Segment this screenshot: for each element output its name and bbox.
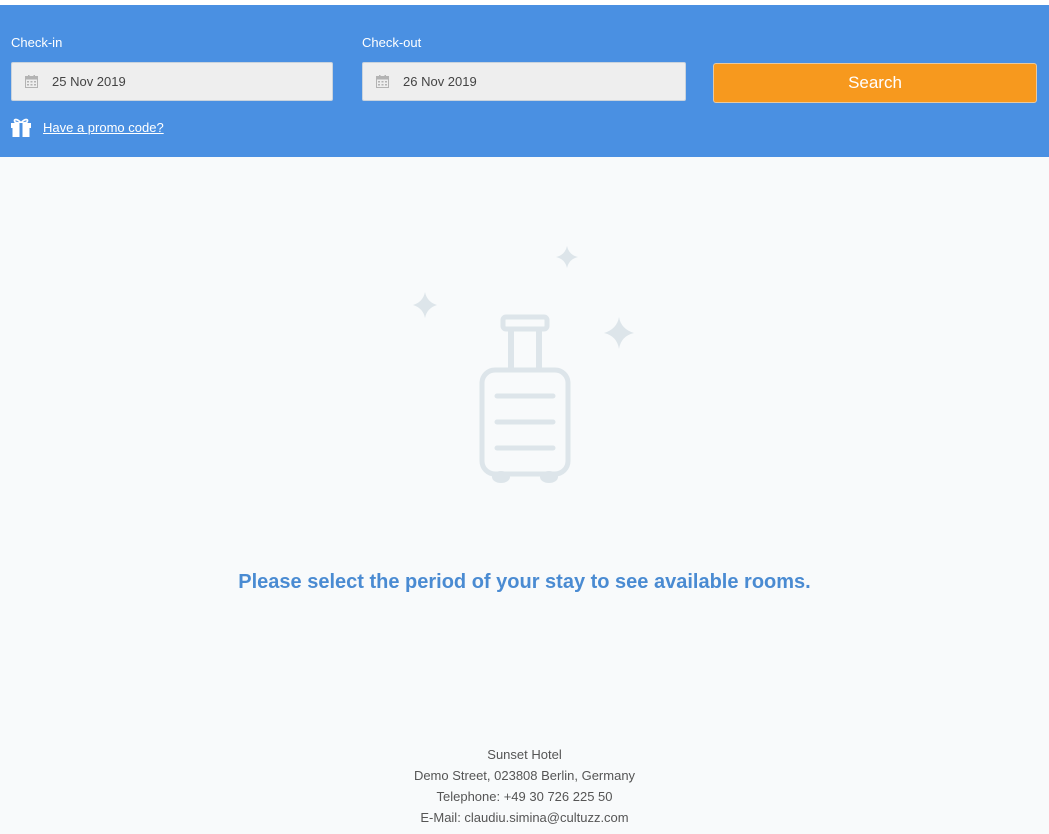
hotel-telephone: Telephone: +49 30 726 225 50: [436, 789, 613, 804]
select-period-message: Please select the period of your stay to…: [238, 571, 811, 593]
footer: Sunset Hotel Demo Street, 023808 Berlin,…: [0, 744, 1049, 828]
hotel-address: Demo Street, 023808 Berlin, Germany: [413, 768, 636, 783]
checkin-label: Check-in: [11, 35, 63, 50]
checkout-input[interactable]: 26 Nov 2019: [362, 62, 686, 101]
checkin-input[interactable]: 25 Nov 2019: [11, 62, 333, 101]
booking-page: Check-in 25 Nov 2019 Check-out 26 Nov 20…: [0, 0, 1049, 834]
hotel-email: E-Mail: claudiu.simina@cultuzz.com: [420, 810, 629, 825]
checkout-label: Check-out: [362, 35, 422, 50]
gift-icon: [11, 118, 31, 137]
checkout-date: 26 Nov 2019: [403, 74, 477, 89]
calendar-icon: [376, 75, 389, 88]
sparkle-icon: [413, 292, 437, 318]
empty-state-illustration: [413, 246, 634, 483]
sparkle-icon: [556, 246, 578, 268]
hotel-name: Sunset Hotel: [487, 747, 562, 762]
suitcase-icon: [479, 314, 571, 477]
checkin-date: 25 Nov 2019: [52, 74, 126, 89]
sparkle-icon: [604, 317, 634, 349]
search-bar: Check-in 25 Nov 2019 Check-out 26 Nov 20…: [0, 5, 1049, 157]
search-button[interactable]: Search: [713, 63, 1037, 103]
promo-code-link[interactable]: Have a promo code?: [43, 120, 164, 135]
calendar-icon: [25, 75, 38, 88]
